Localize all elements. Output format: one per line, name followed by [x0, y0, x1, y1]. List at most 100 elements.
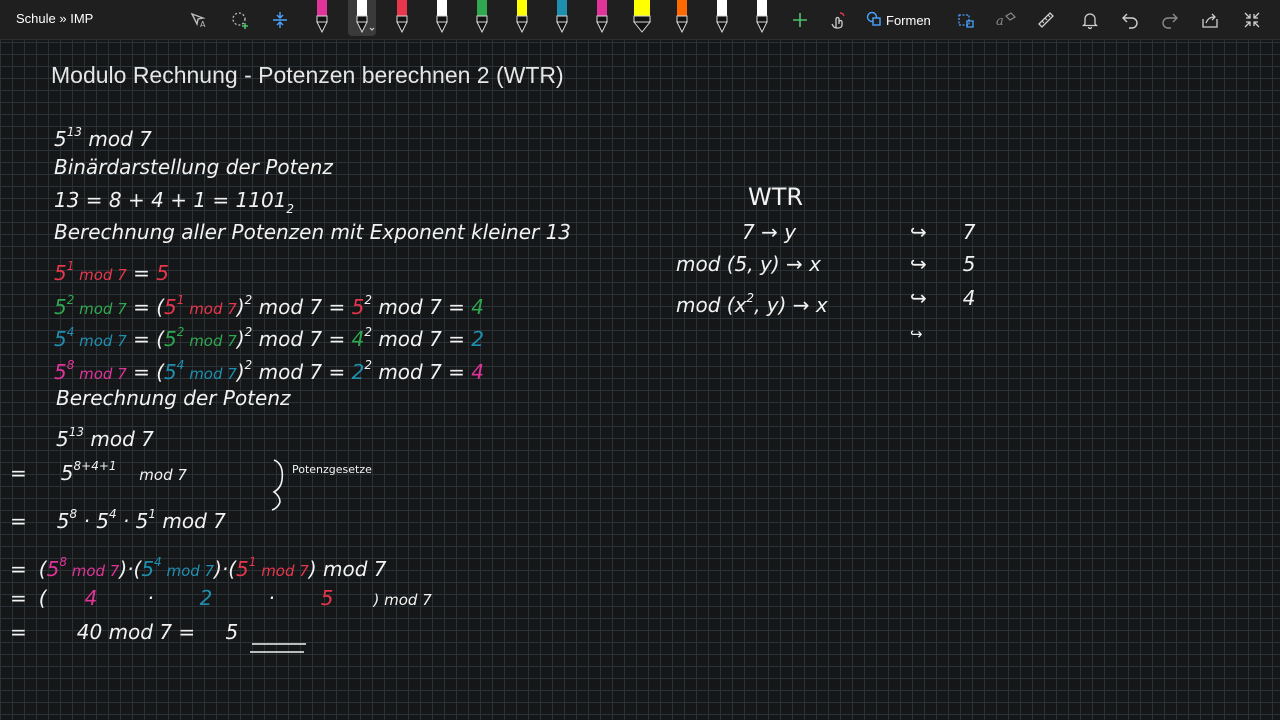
base: 5: [46, 557, 60, 581]
base: 5: [60, 461, 74, 485]
mod-text: mod 7: [256, 562, 309, 580]
note-line-1: 513 mod 7: [54, 120, 152, 151]
pen-icon[interactable]: [512, 0, 532, 34]
operator: )·(: [214, 557, 237, 581]
paren: ): [236, 295, 245, 319]
svg-text:A: A: [200, 20, 206, 29]
pen-icon[interactable]: [472, 0, 492, 34]
paren: ): [236, 360, 245, 384]
value: 5: [351, 295, 365, 319]
pen-icon[interactable]: [592, 0, 612, 34]
ruler-icon[interactable]: [1034, 0, 1058, 40]
add-pen-icon[interactable]: [788, 0, 812, 40]
note-line-6: 52 mod 7 = (51 mod 7)2 mod 7 = 52 mod 7 …: [54, 288, 484, 321]
wtr-row-4: ↪: [910, 322, 923, 346]
factor: · 5: [116, 509, 149, 533]
result: 2: [471, 327, 485, 351]
wtr-row-3-result: ↪ 4: [910, 286, 976, 310]
wtr-step: mod (x: [676, 293, 747, 317]
result: 5: [156, 261, 169, 285]
mod-text: mod 7: [74, 365, 127, 383]
touch-draw-icon[interactable]: [826, 0, 850, 40]
pen-icon[interactable]: [712, 0, 732, 34]
notebook-canvas[interactable]: Modulo Rechnung - Potenzen berechnen 2 (…: [0, 40, 1280, 720]
wtr-value: 5: [962, 252, 976, 276]
value: 4: [84, 586, 98, 610]
wtr-row-2-result: ↪ 5: [910, 252, 976, 276]
wtr-value: 7: [962, 220, 976, 244]
equals: =: [10, 620, 27, 644]
base: 5: [54, 261, 67, 285]
redo-icon[interactable]: [1158, 0, 1182, 40]
note-line-5: 51 mod 7 = 5: [54, 254, 169, 287]
pen-icon[interactable]: [392, 0, 412, 34]
wtr-row-3: mod (x2, y) → x: [676, 286, 828, 317]
double-underline-icon: [250, 643, 306, 653]
ink-to-shape-icon[interactable]: [954, 0, 978, 40]
exponent: 13: [68, 425, 85, 439]
exponent: 1: [148, 507, 157, 521]
note-line-14: = (4 · 2 · 5) mod 7: [10, 586, 432, 612]
operator: = (: [126, 295, 165, 319]
mod-text: mod 7: [156, 509, 226, 533]
shapes-button[interactable]: Formen: [866, 0, 931, 40]
equals: =: [10, 461, 27, 485]
mod-text: mod 7: [74, 332, 127, 350]
mod-text: mod 7: [66, 562, 120, 580]
dot: ·: [268, 586, 275, 610]
mod-text: mod 7: [74, 300, 127, 318]
undo-icon[interactable]: [1118, 0, 1142, 40]
base: 5: [54, 127, 67, 151]
pen-icon[interactable]: [312, 0, 332, 34]
binary-expression: 13 = 8 + 4 + 1 = 1101: [54, 188, 287, 212]
page-title[interactable]: Modulo Rechnung - Potenzen berechnen 2 (…: [51, 62, 564, 89]
add-space-icon[interactable]: [228, 0, 252, 40]
collapse-icon[interactable]: [1240, 0, 1264, 40]
value: 2: [199, 586, 213, 610]
wtr-value: 4: [962, 286, 976, 310]
shapes-icon: [866, 11, 882, 30]
result: 4: [471, 360, 485, 384]
return-arrow-icon: ↪: [910, 220, 927, 244]
pen-icon[interactable]: [752, 0, 772, 34]
inner-base: 5: [164, 327, 177, 351]
pen-icon[interactable]: [552, 0, 572, 34]
exponent: 13: [66, 125, 83, 139]
equals: =: [10, 509, 27, 533]
value: 4: [351, 327, 365, 351]
note-line-3: 13 = 8 + 4 + 1 = 11012: [54, 188, 294, 221]
value-exponent: 2: [364, 358, 372, 372]
result: 4: [471, 295, 485, 319]
breadcrumb[interactable]: Schule » IMP: [16, 11, 93, 26]
final-result: 5: [225, 620, 239, 644]
pen-icon[interactable]: [672, 0, 692, 34]
mod-text: mod 7: [82, 127, 152, 151]
wtr-step: 7 → y: [742, 220, 797, 244]
mod-text: mod 7: [134, 466, 187, 484]
lasso-select-icon[interactable]: A: [186, 0, 210, 40]
mod-text: mod 7: [74, 266, 127, 284]
exponent: 8: [59, 555, 67, 569]
bell-icon[interactable]: [1078, 0, 1102, 40]
exponent: 4: [108, 507, 117, 521]
pen-icon[interactable]: [432, 0, 452, 34]
factor: · 5: [77, 509, 109, 533]
highlighter-icon[interactable]: [632, 0, 652, 34]
wtr-title: WTR: [748, 183, 804, 211]
value-exponent: 2: [364, 293, 372, 307]
inner-mod: mod 7: [184, 332, 237, 350]
exponent: 8: [69, 507, 78, 521]
wtr-row-1-result: ↪ 7: [910, 220, 976, 244]
mod-equals-2: mod 7 =: [371, 327, 472, 351]
pen-icon[interactable]: [348, 0, 376, 36]
paren: ): [236, 327, 245, 351]
ink-to-math-icon[interactable]: a: [994, 0, 1018, 40]
inner-base: 5: [164, 360, 177, 384]
note-line-8: 58 mod 7 = (54 mod 7)2 mod 7 = 22 mod 7 …: [54, 353, 484, 386]
exponent: 4: [154, 555, 162, 569]
share-icon[interactable]: [1198, 0, 1222, 40]
wtr-step: mod (5, y) → x: [676, 252, 821, 276]
insert-space-icon[interactable]: [268, 0, 292, 40]
note-line-4: Berechnung aller Potenzen mit Exponent k…: [54, 220, 572, 244]
brace-icon: [271, 459, 284, 511]
